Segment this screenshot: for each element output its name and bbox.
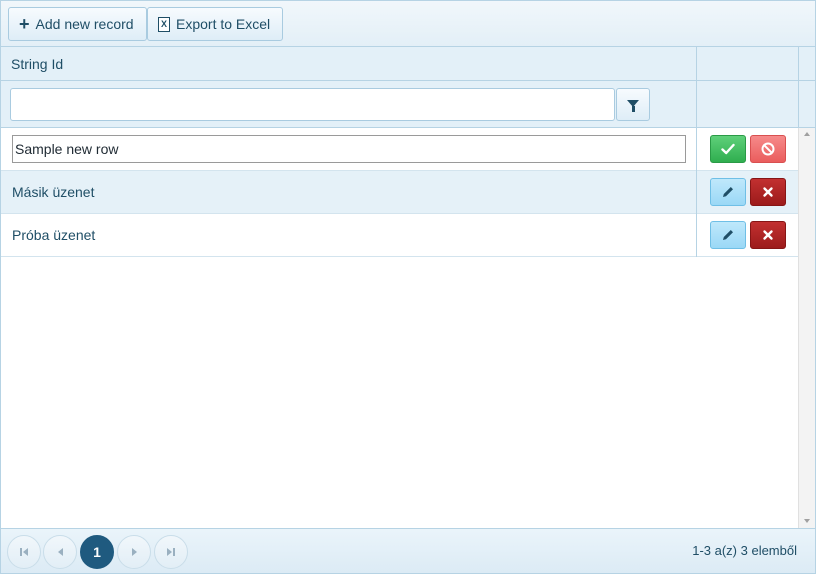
save-row-button[interactable]: [710, 135, 746, 163]
pager: 1 1-3 a(z) 3 elemből: [1, 528, 815, 573]
last-page-icon: [167, 548, 175, 556]
export-to-excel-button[interactable]: X Export to Excel: [147, 7, 284, 41]
prev-page-icon: [57, 548, 63, 556]
string-id-cell: Másik üzenet: [12, 184, 95, 200]
column-header-string-id[interactable]: String Id: [11, 56, 63, 72]
pencil-icon: [723, 187, 733, 197]
filter-icon: [627, 99, 639, 112]
edit-row-button[interactable]: [710, 221, 746, 249]
table-row: Másik üzenet: [1, 171, 798, 214]
pager-info: 1-3 a(z) 3 elemből: [692, 543, 797, 558]
data-grid: + Add new record X Export to Excel Strin…: [0, 0, 816, 574]
row-divider: [696, 171, 697, 214]
edit-row-button[interactable]: [710, 178, 746, 206]
filter-button[interactable]: [616, 88, 650, 121]
excel-icon: X: [158, 16, 170, 32]
page-number-current[interactable]: 1: [80, 535, 114, 569]
filter-input[interactable]: [10, 88, 615, 121]
cancel-circle-icon: [761, 142, 775, 156]
scroll-up-icon[interactable]: [804, 132, 810, 136]
check-icon: [721, 143, 735, 155]
string-id-edit-input[interactable]: [12, 135, 686, 163]
export-to-excel-label: Export to Excel: [176, 16, 271, 32]
first-page-icon: [20, 548, 28, 556]
grid-toolbar: + Add new record X Export to Excel: [1, 1, 815, 47]
scroll-down-icon[interactable]: [804, 519, 810, 523]
delete-row-button[interactable]: [750, 221, 786, 249]
header-divider: [696, 47, 697, 81]
string-id-cell: Próba üzenet: [12, 227, 96, 243]
table-row-editing: [1, 128, 798, 171]
header-divider: [798, 47, 799, 81]
table-row: Próba üzenet: [1, 214, 798, 257]
next-page-icon: [131, 548, 137, 556]
plus-icon: +: [19, 14, 30, 34]
add-new-record-label: Add new record: [35, 16, 134, 32]
last-page-button[interactable]: [154, 535, 188, 569]
filter-divider: [696, 81, 697, 128]
cancel-edit-button[interactable]: [750, 135, 786, 163]
add-new-record-button[interactable]: + Add new record: [8, 7, 147, 41]
row-divider: [696, 128, 697, 171]
filter-row: [1, 81, 815, 128]
grid-header: String Id: [1, 47, 815, 81]
filter-divider: [798, 81, 799, 128]
x-icon: [763, 230, 773, 240]
vertical-scrollbar[interactable]: [798, 128, 815, 528]
x-icon: [763, 187, 773, 197]
previous-page-button[interactable]: [43, 535, 77, 569]
next-page-button[interactable]: [117, 535, 151, 569]
pencil-icon: [723, 230, 733, 240]
first-page-button[interactable]: [7, 535, 41, 569]
row-divider: [696, 214, 697, 257]
delete-row-button[interactable]: [750, 178, 786, 206]
